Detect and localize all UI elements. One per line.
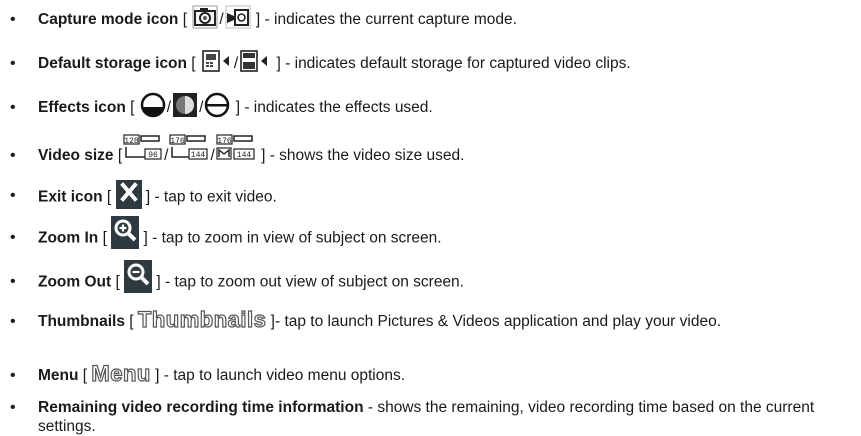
bullet: •	[10, 273, 16, 290]
bullet: •	[10, 229, 16, 246]
bullet: •	[10, 399, 16, 416]
bullet: •	[10, 313, 16, 330]
item-label: Zoom In	[38, 229, 99, 247]
svg-text:96: 96	[148, 151, 158, 160]
bullet: •	[10, 367, 16, 384]
size-128x96-icon: 128 96	[123, 133, 163, 161]
svg-text:176: 176	[171, 137, 186, 146]
size-m176x144-icon: 176 144	[216, 133, 256, 161]
thumbnails-button-graphic: Thumbnails	[137, 307, 267, 333]
item-label: Menu	[38, 367, 79, 384]
camera-icon	[192, 5, 218, 29]
zoom-out-icon	[124, 260, 153, 293]
svg-text:128: 128	[124, 137, 139, 146]
zoom-in-icon	[111, 216, 140, 249]
item-label: Thumbnails	[38, 313, 125, 330]
video-camera-icon	[225, 5, 251, 29]
effect-bw-icon	[172, 92, 198, 118]
size-176x144-icon: 176 144	[169, 133, 209, 161]
bullet: •	[10, 99, 16, 116]
bullet: •	[10, 11, 16, 28]
svg-text:144: 144	[191, 151, 206, 160]
menu-button-graphic: Menu	[91, 361, 151, 387]
card-storage-icon	[239, 50, 271, 72]
svg-text:176: 176	[217, 137, 232, 146]
phone-storage-icon	[201, 50, 233, 72]
effect-normal-icon	[140, 92, 166, 118]
bullet: •	[10, 187, 16, 204]
bullet: •	[10, 55, 16, 72]
effect-sepia-icon	[204, 92, 230, 118]
item-label: Remaining video recording time informati…	[38, 399, 364, 416]
item-label: Video size	[38, 147, 114, 164]
item-label: Default storage icon	[38, 55, 187, 72]
bullet: •	[10, 147, 16, 164]
exit-icon	[115, 180, 142, 209]
svg-text:144: 144	[237, 151, 252, 160]
item-label: Effects icon	[38, 99, 126, 117]
item-label: Zoom Out	[38, 273, 112, 291]
item-label: Exit icon	[38, 188, 103, 206]
item-label: Capture mode icon	[38, 11, 179, 28]
